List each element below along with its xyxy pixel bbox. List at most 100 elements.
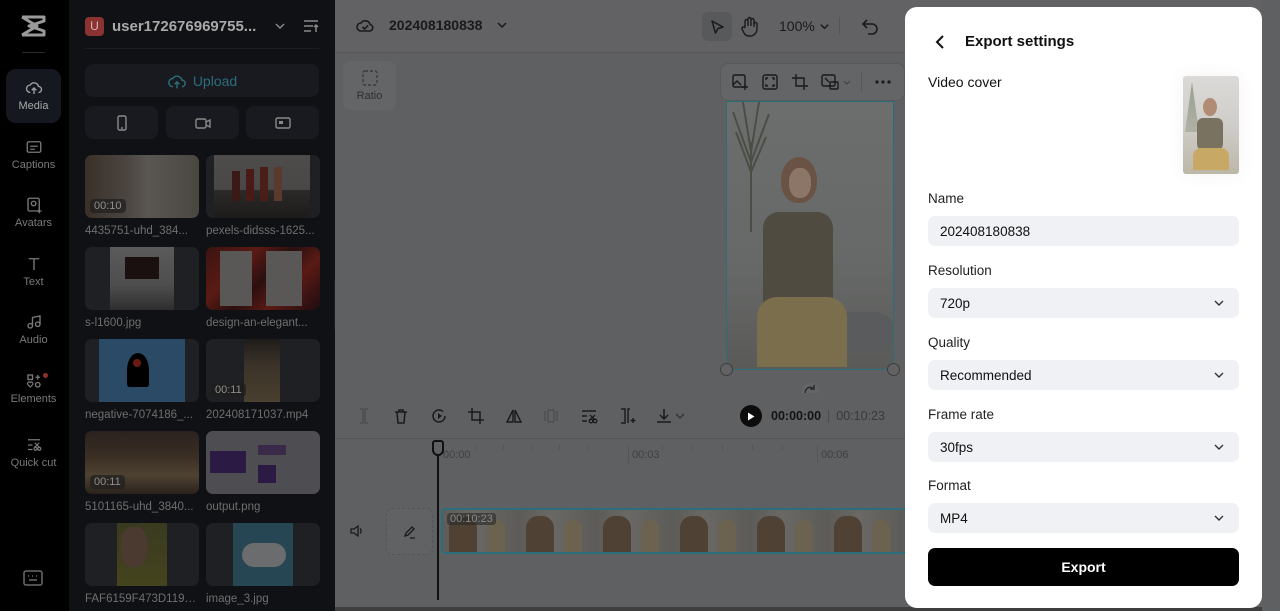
download-icon[interactable] bbox=[655, 407, 673, 425]
resolution-select[interactable]: 720p bbox=[928, 288, 1239, 318]
quick-cut-icon bbox=[27, 439, 41, 451]
playhead[interactable] bbox=[437, 440, 439, 600]
phone-icon bbox=[116, 114, 127, 131]
name-label: Name bbox=[928, 191, 965, 206]
record-video-button[interactable] bbox=[166, 106, 239, 139]
volume-icon[interactable] bbox=[349, 523, 365, 539]
media-thumbnail bbox=[85, 339, 199, 402]
rail-item-label: Quick cut bbox=[10, 457, 57, 469]
total-time: 00:10:23 bbox=[836, 409, 885, 423]
ruler-tick bbox=[722, 445, 723, 450]
record-screen-button[interactable] bbox=[246, 106, 319, 139]
clip-frame bbox=[828, 510, 905, 552]
media-tile[interactable]: s-l1600.jpg bbox=[85, 247, 199, 329]
smart-split-icon[interactable] bbox=[618, 407, 636, 425]
user-menu[interactable]: U user172676969755... bbox=[85, 14, 325, 38]
chevron-down-icon bbox=[1214, 300, 1224, 306]
media-tile[interactable]: pexels-didsss-1625... bbox=[206, 155, 320, 237]
media-thumbnail bbox=[85, 247, 199, 310]
export-button[interactable]: Export bbox=[928, 548, 1239, 586]
media-tile[interactable]: 00:11 202408171037.mp4 bbox=[206, 339, 320, 421]
ruler-tick bbox=[587, 445, 588, 450]
rail-item-text[interactable]: Text bbox=[6, 245, 61, 299]
cursor-icon bbox=[711, 19, 724, 34]
hand-tool-icon[interactable] bbox=[739, 15, 761, 37]
zoom-level-select[interactable]: 100% bbox=[779, 18, 830, 34]
rail-item-quick-cut[interactable]: Quick cut bbox=[6, 422, 61, 484]
chevron-down-icon[interactable] bbox=[675, 407, 685, 425]
quality-select[interactable]: Recommended bbox=[928, 360, 1239, 390]
rail-item-elements[interactable]: Elements bbox=[6, 362, 61, 416]
capcut-logo-icon[interactable] bbox=[19, 14, 47, 38]
play-button[interactable] bbox=[740, 405, 762, 427]
media-tile[interactable]: 00:10 4435751-uhd_384... bbox=[85, 155, 199, 237]
ratio-icon bbox=[361, 70, 378, 86]
format-label: Format bbox=[928, 478, 971, 493]
media-name: FAF6159F473D1194... bbox=[85, 593, 199, 605]
canvas-floating-toolbar bbox=[720, 63, 905, 101]
more-options-icon[interactable] bbox=[874, 73, 892, 91]
media-thumbnail bbox=[206, 523, 320, 586]
resize-handle[interactable] bbox=[887, 363, 900, 376]
fit-frame-icon[interactable] bbox=[761, 73, 779, 91]
media-name: 5101165-uhd_3840... bbox=[85, 501, 194, 513]
canvas-video-preview[interactable] bbox=[726, 101, 894, 370]
crop-icon[interactable] bbox=[791, 73, 809, 91]
delete-icon[interactable] bbox=[392, 407, 410, 425]
crop-icon[interactable] bbox=[467, 407, 485, 425]
clip-frame bbox=[674, 510, 751, 552]
flip-icon[interactable] bbox=[505, 407, 523, 425]
picture-in-picture-icon[interactable] bbox=[821, 73, 839, 91]
select-tool-button[interactable] bbox=[702, 12, 732, 41]
keyboard-shortcuts-icon[interactable] bbox=[23, 570, 43, 586]
media-tile[interactable]: design-an-elegant... bbox=[206, 247, 320, 329]
freeze-icon[interactable] bbox=[542, 407, 560, 425]
media-tile[interactable]: output.png bbox=[206, 431, 320, 513]
media-tile[interactable]: FAF6159F473D1194... bbox=[85, 523, 199, 605]
text-icon bbox=[28, 258, 39, 270]
sort-icon[interactable] bbox=[302, 18, 320, 34]
rail-item-label: Text bbox=[23, 276, 44, 288]
ruler-major-tick bbox=[628, 445, 629, 463]
rail-item-avatars[interactable]: Avatars bbox=[6, 186, 61, 240]
ruler-major-tick bbox=[817, 445, 818, 463]
ratio-button[interactable]: Ratio bbox=[343, 61, 396, 110]
rail-item-audio[interactable]: Audio bbox=[6, 303, 61, 357]
media-name: pexels-didsss-1625... bbox=[206, 225, 315, 237]
framerate-select[interactable]: 30fps bbox=[928, 432, 1239, 462]
upload-button[interactable]: Upload bbox=[85, 64, 319, 97]
cloud-upload-icon bbox=[167, 74, 186, 88]
rail-item-label: Media bbox=[18, 100, 49, 112]
chevron-down-icon[interactable] bbox=[843, 78, 851, 86]
speed-icon[interactable] bbox=[430, 407, 448, 425]
undo-icon[interactable] bbox=[860, 16, 880, 36]
format-select[interactable]: MP4 bbox=[928, 503, 1239, 533]
video-frame bbox=[727, 102, 893, 369]
rail-item-captions[interactable]: Captions bbox=[6, 128, 61, 182]
chevron-down-icon bbox=[275, 23, 285, 30]
resize-handle[interactable] bbox=[720, 363, 733, 376]
resolution-label: Resolution bbox=[928, 263, 992, 278]
phone-upload-button[interactable] bbox=[85, 106, 158, 139]
back-arrow-icon[interactable] bbox=[933, 34, 947, 50]
replace-image-icon[interactable] bbox=[731, 73, 749, 91]
project-name-menu[interactable]: 202408180838 bbox=[355, 16, 522, 34]
ruler-tick bbox=[475, 445, 476, 450]
play-icon bbox=[748, 412, 755, 420]
cloud-saved-icon bbox=[356, 19, 374, 32]
chevron-down-icon bbox=[1214, 372, 1224, 378]
name-input[interactable]: 202408180838 bbox=[928, 216, 1239, 246]
edit-cover-button[interactable] bbox=[386, 508, 433, 555]
split-icon[interactable] bbox=[355, 407, 373, 425]
right-panel-edge bbox=[1262, 0, 1280, 611]
duration-badge: 00:11 bbox=[211, 383, 246, 397]
playhead-handle[interactable] bbox=[432, 440, 444, 456]
video-cover-thumbnail[interactable] bbox=[1183, 76, 1239, 174]
quick-cut-icon[interactable] bbox=[580, 407, 598, 425]
media-tile[interactable]: 00:11 5101165-uhd_3840... bbox=[85, 431, 199, 513]
rail-item-media[interactable]: Media bbox=[6, 69, 61, 123]
media-tile[interactable]: negative-7074186_... bbox=[85, 339, 199, 421]
media-tile[interactable]: image_3.jpg bbox=[206, 523, 320, 605]
media-thumbnail bbox=[206, 247, 320, 310]
clip-duration: 00:10:23 bbox=[447, 513, 496, 525]
